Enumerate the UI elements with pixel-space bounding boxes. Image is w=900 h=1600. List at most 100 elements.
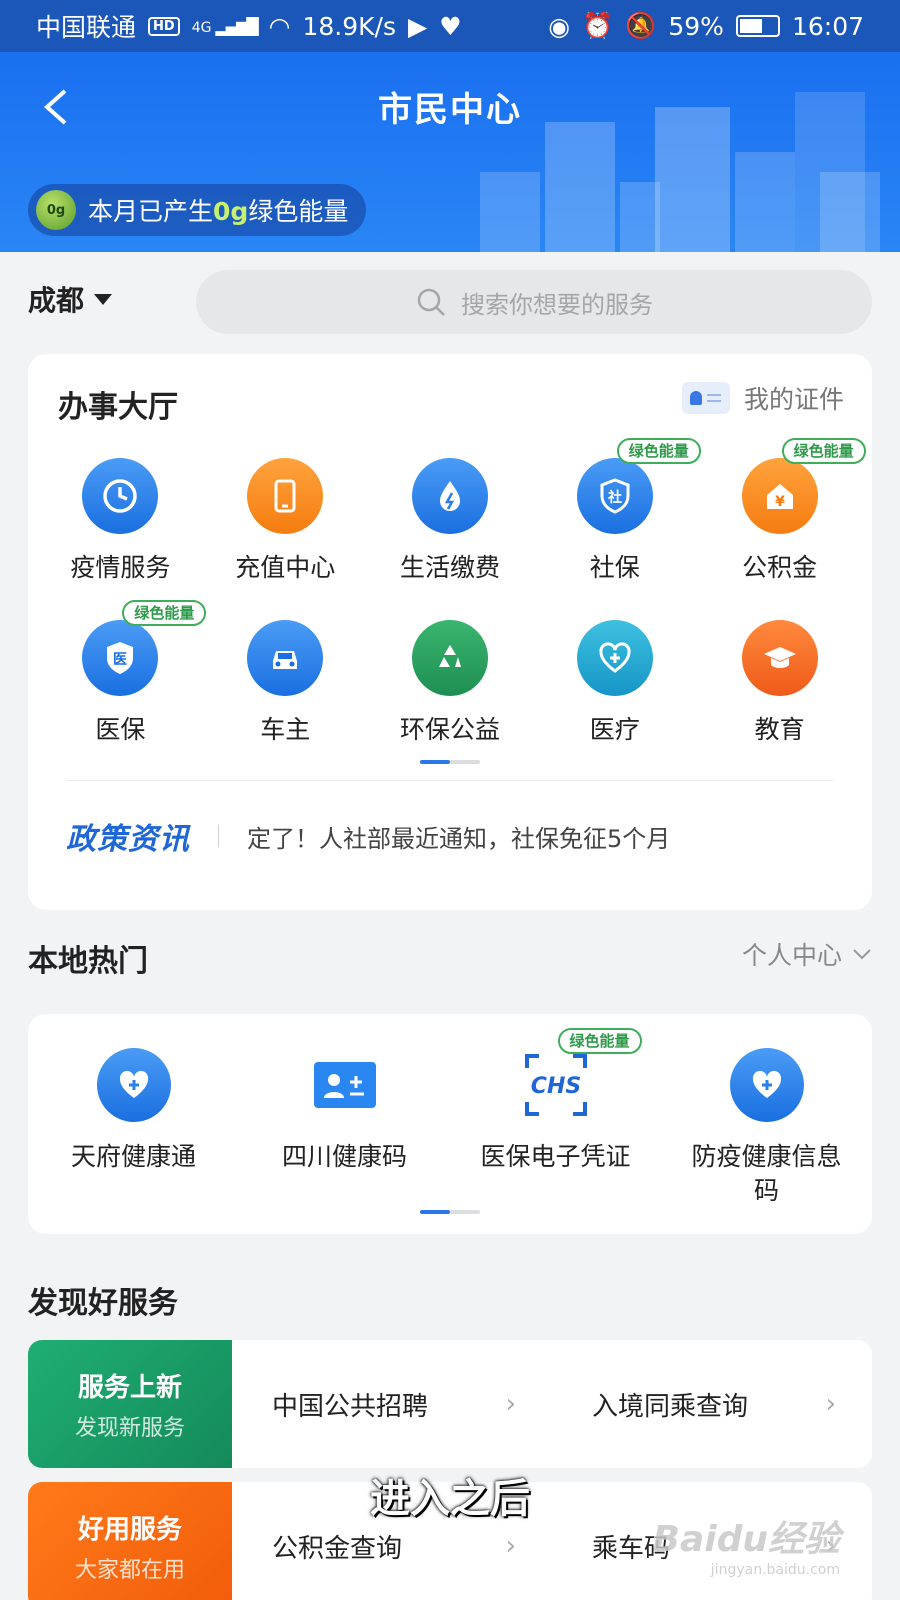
green-energy-badge: 绿色能量 bbox=[557, 1028, 642, 1054]
city-selector[interactable]: 成都 bbox=[28, 276, 113, 322]
water-bolt-icon bbox=[411, 458, 488, 534]
clock-time: 16:07 bbox=[791, 11, 864, 41]
my-certificates-link[interactable]: 我的证件 bbox=[681, 380, 844, 416]
service-environment[interactable]: 环保公益 bbox=[368, 620, 533, 770]
chevron-right-icon: › bbox=[505, 1531, 516, 1561]
search-icon bbox=[417, 288, 445, 316]
service-car-owner[interactable]: 车主 bbox=[203, 620, 368, 770]
personal-center-label: 个人中心 bbox=[741, 941, 842, 970]
service-epidemic-health-code[interactable]: 防疫健康信息码 bbox=[661, 1048, 872, 1208]
signal-icon: ▂▄▆█ bbox=[215, 16, 258, 36]
service-label: 教育 bbox=[754, 715, 805, 744]
policy-news-bar[interactable]: 政策资讯 定了！人社部最近通知，社保免征5个月 bbox=[66, 806, 842, 866]
policy-news-logo: 政策资讯 bbox=[66, 822, 190, 857]
heart-plus-icon bbox=[96, 1048, 171, 1122]
hd-badge: HD bbox=[148, 16, 180, 36]
service-label: 环保公益 bbox=[399, 715, 500, 744]
service-sichuan-health-code[interactable]: 四川健康码 bbox=[239, 1048, 450, 1208]
video-icon: ▶ bbox=[408, 11, 428, 41]
chevron-right-icon: › bbox=[825, 1389, 836, 1419]
green-energy-badge: 绿色能量 bbox=[122, 600, 207, 626]
service-label: 疫情服务 bbox=[70, 553, 171, 582]
city-building-decor bbox=[480, 172, 540, 252]
phone-icon bbox=[247, 458, 324, 534]
service-label: 生活缴费 bbox=[399, 553, 500, 582]
id-card-icon bbox=[308, 1048, 382, 1122]
policy-headline[interactable]: 定了！人社部最近通知，社保免征5个月 bbox=[247, 819, 670, 854]
service-label: 医疗 bbox=[589, 715, 640, 744]
service-label: 天府健康通 bbox=[70, 1142, 196, 1171]
city-building-decor bbox=[620, 182, 660, 252]
promo-tag-subtitle: 大家都在用 bbox=[74, 1557, 185, 1583]
status-bar: 中国联通 HD 4G ▂▄▆█ ◠ 18.9K/s ▶ ♥ ◉ ⏰ 🔕 59% … bbox=[0, 0, 900, 52]
watermark-url: jingyan.baidu.com bbox=[710, 1562, 840, 1578]
promo-tag-subtitle: 发现新服务 bbox=[74, 1415, 185, 1441]
city-building-decor bbox=[820, 172, 880, 252]
svg-text:社: 社 bbox=[607, 489, 622, 506]
service-hall-card: 办事大厅 我的证件 疫情服务 充值中心 生活缴费 绿色能量 社 社保 绿色能量 … bbox=[28, 354, 872, 910]
svg-text:¥: ¥ bbox=[775, 494, 785, 510]
service-recharge[interactable]: 充值中心 bbox=[203, 458, 368, 608]
promo-item[interactable]: 中国公共招聘 › bbox=[232, 1340, 552, 1468]
divider bbox=[66, 780, 834, 781]
battery-icon bbox=[735, 15, 780, 37]
service-label: 公积金 bbox=[742, 553, 818, 582]
service-housing-fund[interactable]: 绿色能量 ¥ 公积金 bbox=[697, 438, 866, 608]
energy-ball-icon: 0g bbox=[36, 190, 76, 230]
clock-refresh-icon bbox=[82, 458, 159, 534]
green-energy-pill[interactable]: 0g 本月已产生0g绿色能量 bbox=[28, 184, 367, 236]
service-grid-row: 绿色能量 医 医保 车主 环保公益 医疗 教育 bbox=[38, 600, 862, 770]
local-service-grid: 天府健康通 四川健康码 绿色能量 CHS 医保电子凭证 防疫健康信息码 bbox=[28, 1028, 872, 1208]
chs-scan-icon: CHS bbox=[519, 1048, 593, 1122]
promo-tag-title: 服务上新 bbox=[77, 1372, 182, 1403]
service-medical-insurance[interactable]: 绿色能量 医 医保 bbox=[38, 600, 207, 770]
green-energy-badge: 绿色能量 bbox=[781, 438, 866, 464]
service-grid-row: 疫情服务 充值中心 生活缴费 绿色能量 社 社保 绿色能量 ¥ 公积金 bbox=[38, 438, 866, 608]
service-label: 充值中心 bbox=[235, 553, 336, 582]
eye-icon: ◉ bbox=[548, 11, 571, 41]
battery-percent: 59% bbox=[668, 11, 724, 41]
header-banner: 市民中心 0g 本月已产生0g绿色能量 bbox=[0, 52, 900, 252]
svg-text:医: 医 bbox=[113, 652, 127, 668]
caret-down-icon bbox=[94, 293, 113, 305]
search-input[interactable]: 搜索你想要的服务 bbox=[196, 270, 872, 334]
svg-text:CHS: CHS bbox=[530, 1074, 580, 1099]
service-tianfu-health[interactable]: 天府健康通 bbox=[28, 1048, 239, 1208]
service-label: 医保 bbox=[95, 715, 146, 744]
service-label: 医保电子凭证 bbox=[480, 1142, 631, 1171]
house-yen-icon: ¥ bbox=[741, 458, 818, 534]
shield-icon: 社 bbox=[576, 458, 653, 534]
my-cert-label: 我的证件 bbox=[743, 385, 844, 414]
city-building-decor bbox=[735, 152, 795, 252]
net-speed: 18.9K/s bbox=[302, 11, 397, 41]
section-title-discover: 发现好服务 bbox=[28, 1286, 178, 1321]
graduation-cap-icon bbox=[741, 620, 818, 696]
watermark: Baidu经验 jingyan.baidu.com bbox=[653, 1510, 840, 1578]
service-epidemic[interactable]: 疫情服务 bbox=[38, 458, 203, 608]
green-energy-badge: 绿色能量 bbox=[616, 438, 701, 464]
service-healthcare[interactable]: 医疗 bbox=[532, 620, 697, 770]
section-title-local: 本地热门 bbox=[28, 944, 148, 979]
page-indicator bbox=[420, 1210, 480, 1214]
service-social-security[interactable]: 绿色能量 社 社保 bbox=[532, 438, 701, 608]
promo-item-label: 公积金查询 bbox=[272, 1533, 403, 1564]
local-hot-card: 天府健康通 四川健康码 绿色能量 CHS 医保电子凭证 防疫健康信息码 bbox=[28, 1014, 872, 1234]
service-utility-pay[interactable]: 生活缴费 bbox=[368, 458, 533, 608]
shield-icon: 医 bbox=[82, 620, 159, 696]
service-label: 四川健康码 bbox=[281, 1142, 407, 1171]
promo-tag[interactable]: 服务上新 发现新服务 bbox=[28, 1340, 232, 1468]
chevron-right-icon: › bbox=[505, 1389, 516, 1419]
divider bbox=[218, 825, 219, 847]
energy-value: 0g bbox=[213, 197, 249, 226]
personal-center-link[interactable]: 个人中心 bbox=[742, 936, 872, 972]
stethoscope-icon bbox=[576, 620, 653, 696]
promo-item[interactable]: 入境同乘查询 › bbox=[552, 1340, 872, 1468]
car-icon bbox=[247, 620, 324, 696]
service-label: 防疫健康信息码 bbox=[691, 1142, 842, 1205]
service-medical-e-voucher[interactable]: 绿色能量 CHS 医保电子凭证 bbox=[450, 1028, 661, 1208]
wifi-icon: ◠ bbox=[268, 11, 291, 41]
promo-item-label: 入境同乘查询 bbox=[592, 1391, 749, 1422]
service-education[interactable]: 教育 bbox=[697, 620, 862, 770]
mute-bell-icon: 🔕 bbox=[625, 11, 657, 40]
promo-row-new: 服务上新 发现新服务 中国公共招聘 › 入境同乘查询 › bbox=[28, 1340, 872, 1468]
